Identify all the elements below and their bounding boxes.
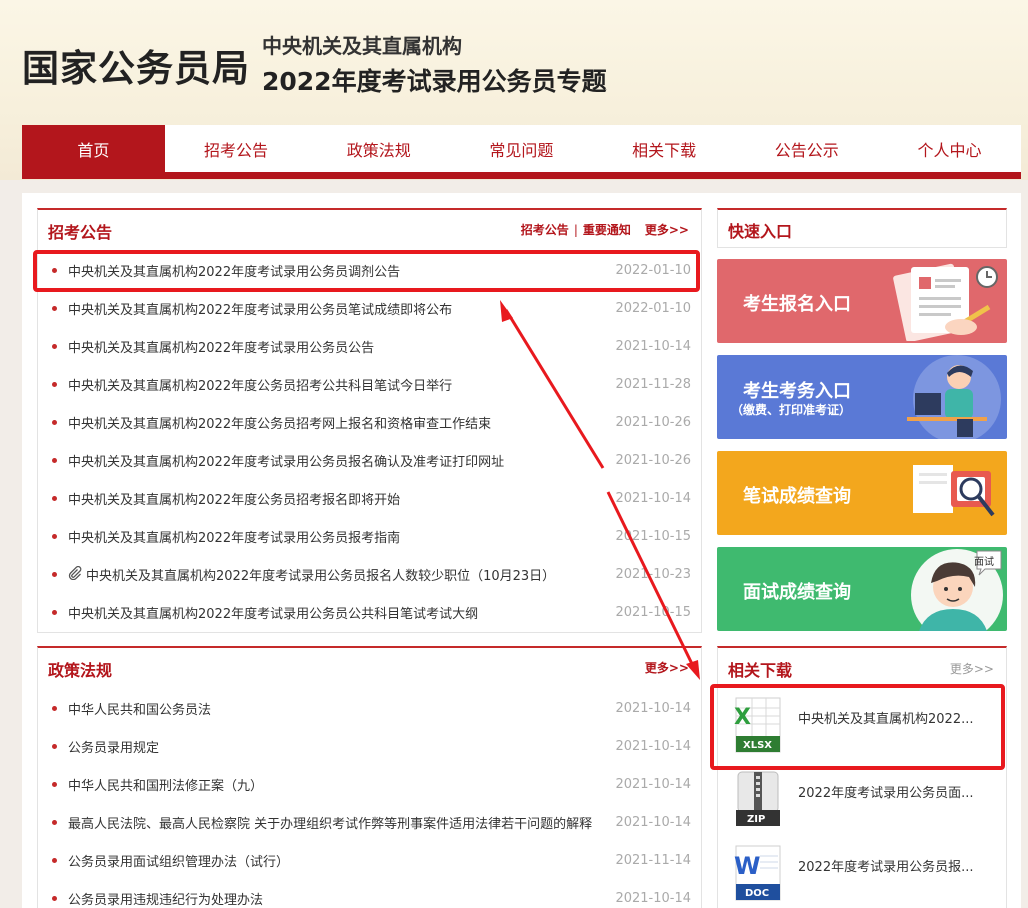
arrow-head-up-icon	[500, 300, 513, 322]
annotation-arrows	[500, 300, 700, 680]
arrow-head-down-icon	[686, 660, 700, 680]
